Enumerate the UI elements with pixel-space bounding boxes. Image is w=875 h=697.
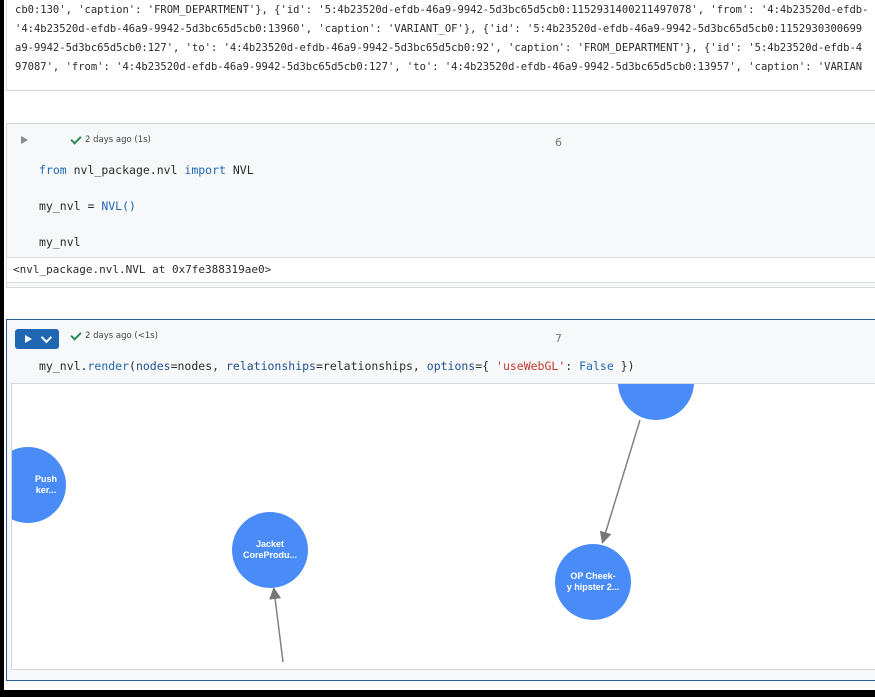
- keyword: from: [39, 163, 67, 177]
- notebook-cell-7[interactable]: 2 days ago (<1s) 7 my_nvl.render(nodes=n…: [6, 319, 875, 681]
- module-name: nvl_package.nvl: [66, 163, 185, 177]
- punctuation: =relationships,: [315, 359, 427, 373]
- run-cell-icon[interactable]: [21, 136, 28, 144]
- execution-count: 6: [555, 136, 562, 149]
- chevron-down-icon[interactable]: [40, 331, 52, 344]
- graph-canvas[interactable]: Push ker... Jacket CoreProdu... OP Cheek…: [11, 383, 875, 670]
- graph-node[interactable]: OP Cheek- y hipster 2...: [555, 544, 631, 620]
- function-call: NVL(): [101, 199, 136, 213]
- success-check-icon: [70, 133, 82, 145]
- keyword-arg: nodes: [135, 359, 171, 373]
- assignment: my_nvl =: [39, 199, 102, 213]
- punctuation: ={: [475, 359, 497, 373]
- punctuation: }): [613, 359, 635, 373]
- punctuation: :: [565, 359, 580, 373]
- output-line: 97087', 'from': '4:4b23520d-efdb-46a9-99…: [15, 61, 863, 73]
- output-line: cb0:130', 'caption': 'FROM_DEPARTMENT'},…: [15, 4, 869, 16]
- output-line: a9-9942-5d3bc65d5cb0:127', 'to': '4:4b23…: [15, 42, 863, 54]
- object: my_nvl.: [39, 359, 88, 373]
- play-icon: [25, 335, 33, 343]
- code-line[interactable]: from nvl_package.nvl import NVL: [39, 163, 254, 177]
- execution-count: 7: [555, 332, 562, 345]
- previous-cell-output: cb0:130', 'caption': 'FROM_DEPARTMENT'},…: [6, 0, 875, 91]
- execution-status: 2 days ago (<1s): [85, 331, 158, 341]
- success-check-icon: [70, 329, 82, 341]
- notebook-cell-6[interactable]: 2 days ago (1s) 6 from nvl_package.nvl i…: [6, 123, 875, 288]
- code-line[interactable]: my_nvl = NVL(): [39, 199, 136, 213]
- keyword-arg: options: [426, 359, 476, 373]
- graph-edges: [269, 419, 641, 663]
- execution-status: 2 days ago (1s): [85, 135, 151, 145]
- boolean-literal: False: [579, 359, 614, 373]
- relationship-edge: [269, 587, 284, 663]
- notebook-viewport: cb0:130', 'caption': 'FROM_DEPARTMENT'},…: [4, 0, 875, 690]
- punctuation: (: [129, 359, 136, 373]
- code-line[interactable]: my_nvl.render(nodes=nodes, relationships…: [39, 359, 635, 373]
- code-line[interactable]: my_nvl: [39, 235, 81, 249]
- node-label: Jacket: [255, 539, 285, 549]
- import-name: NVL: [225, 163, 254, 177]
- string-literal: 'useWebGL': [496, 359, 566, 373]
- output-text: <nvl_package.nvl.NVL at 0x7fe388319ae0>: [13, 263, 272, 276]
- run-cell-button[interactable]: [15, 329, 59, 349]
- graph-node[interactable]: Jacket CoreProdu...: [232, 512, 308, 588]
- node-label: Push: [34, 474, 57, 484]
- method-name: render: [87, 359, 130, 373]
- node-label: ker...: [35, 485, 57, 495]
- keyword-arg: relationships: [225, 359, 316, 373]
- cell-header: 2 days ago (1s) 6: [7, 124, 875, 160]
- keyword: import: [184, 163, 226, 177]
- node-label: CoreProdu...: [242, 550, 297, 560]
- node-label: OP Cheek-: [570, 571, 616, 581]
- node-label: y hipster 2...: [566, 582, 620, 592]
- cell-header: 2 days ago (<1s) 7: [7, 320, 875, 356]
- punctuation: =nodes,: [170, 359, 226, 373]
- output-line: '4:4b23520d-efdb-46a9-9942-5d3bc65d5cb0:…: [15, 23, 863, 35]
- cell-output: <nvl_package.nvl.NVL at 0x7fe388319ae0>: [7, 257, 875, 283]
- relationship-edge: [599, 419, 641, 544]
